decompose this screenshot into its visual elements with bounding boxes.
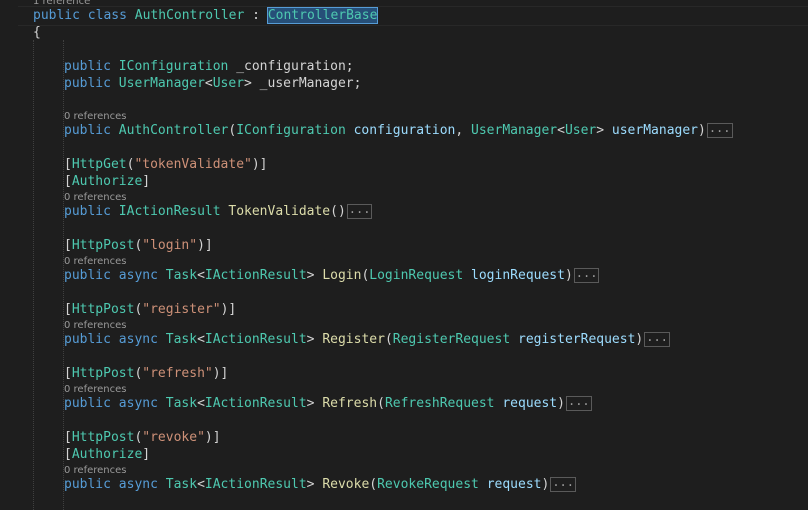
type-name[interactable]: Task bbox=[166, 332, 197, 347]
type-name[interactable]: Task bbox=[166, 268, 197, 283]
type-name[interactable]: User bbox=[213, 76, 244, 91]
type-name[interactable]: IActionResult bbox=[205, 268, 307, 283]
type-name[interactable]: IActionResult bbox=[205, 332, 307, 347]
attribute-name[interactable]: HttpPost bbox=[72, 302, 135, 317]
parameter-name: configuration bbox=[353, 123, 456, 138]
class-name[interactable]: AuthController bbox=[135, 8, 245, 23]
method-name[interactable]: Revoke bbox=[322, 477, 369, 492]
code-line-method: public async Task<IActionResult> Revoke(… bbox=[64, 475, 576, 492]
punctuation: { bbox=[33, 25, 41, 40]
code-line-method: public async Task<IActionResult> Refresh… bbox=[64, 394, 592, 411]
parameter-name: loginRequest bbox=[471, 268, 565, 283]
keyword: public bbox=[64, 123, 111, 138]
collapsed-region-button[interactable]: ... bbox=[346, 203, 373, 219]
attribute-name[interactable]: Authorize bbox=[72, 447, 142, 462]
string-literal: "login" bbox=[142, 238, 198, 253]
field-name: _configuration; bbox=[228, 59, 354, 74]
keyword: public bbox=[64, 477, 111, 492]
keyword: async bbox=[118, 477, 158, 492]
code-line-method: public async Task<IActionResult> Login(L… bbox=[64, 266, 600, 283]
code-line-attribute: [Authorize] bbox=[64, 174, 151, 189]
type-name[interactable]: RefreshRequest bbox=[385, 396, 495, 411]
type-name[interactable]: IActionResult bbox=[205, 477, 307, 492]
attribute-name[interactable]: HttpPost bbox=[72, 430, 135, 445]
attribute-name[interactable]: HttpGet bbox=[72, 157, 127, 172]
collapsed-region-button[interactable]: ... bbox=[550, 476, 576, 492]
method-name[interactable]: Refresh bbox=[322, 396, 377, 411]
keyword: public bbox=[64, 332, 111, 347]
string-literal: "register" bbox=[142, 302, 221, 317]
keyword: public bbox=[64, 396, 111, 411]
base-class-name[interactable]: ControllerBase bbox=[266, 7, 379, 24]
attribute-name[interactable]: Authorize bbox=[72, 174, 142, 189]
code-line-attribute: [Authorize] bbox=[64, 447, 151, 462]
collapsed-region-button[interactable]: ... bbox=[573, 267, 600, 283]
keyword: public bbox=[64, 204, 111, 219]
code-line-field: public UserManager<User> _userManager; bbox=[64, 75, 361, 92]
type-name[interactable]: Task bbox=[166, 477, 197, 492]
type-name[interactable]: IActionResult bbox=[205, 396, 307, 411]
type-name[interactable]: IActionResult bbox=[119, 204, 221, 219]
collapsed-region-button[interactable]: ... bbox=[565, 395, 592, 411]
method-name[interactable]: TokenValidate bbox=[228, 204, 330, 219]
keyword: public bbox=[64, 268, 111, 283]
type-name[interactable]: RevokeRequest bbox=[377, 477, 479, 492]
code-line-method: public IActionResult TokenValidate()... bbox=[64, 202, 373, 219]
type-name[interactable]: IConfiguration bbox=[236, 123, 346, 138]
type-name[interactable]: LoginRequest bbox=[369, 268, 463, 283]
method-name[interactable]: Login bbox=[322, 268, 361, 283]
code-line-class-declaration: public class AuthController : Controller… bbox=[33, 7, 379, 24]
code-line-attribute: [HttpPost("login")] bbox=[64, 238, 213, 253]
code-line-method: public async Task<IActionResult> Registe… bbox=[64, 330, 670, 347]
keyword: public bbox=[64, 76, 111, 91]
code-line-attribute: [HttpPost("register")] bbox=[64, 302, 237, 317]
parameter-name: userManager bbox=[611, 123, 698, 138]
type-name[interactable]: Task bbox=[166, 396, 197, 411]
type-name[interactable]: UserManager bbox=[471, 123, 557, 138]
string-literal: "tokenValidate" bbox=[134, 157, 252, 172]
type-name[interactable]: RegisterRequest bbox=[393, 332, 510, 347]
type-name[interactable]: User bbox=[565, 123, 596, 138]
parameter-name: request bbox=[486, 477, 542, 492]
code-editor[interactable]: 1 reference public class AuthController … bbox=[0, 0, 808, 510]
keyword: async bbox=[118, 396, 158, 411]
type-name[interactable]: UserManager bbox=[119, 76, 205, 91]
keyword: async bbox=[118, 332, 158, 347]
code-line-constructor: public AuthController(IConfiguration con… bbox=[64, 121, 733, 138]
string-literal: "refresh" bbox=[142, 366, 213, 381]
keyword: class bbox=[87, 8, 127, 23]
collapsed-region-button[interactable]: ... bbox=[644, 331, 670, 347]
punctuation: < bbox=[204, 76, 213, 91]
keyword: public bbox=[64, 59, 111, 74]
parameter-name: registerRequest bbox=[518, 332, 636, 347]
attribute-name[interactable]: HttpPost bbox=[72, 238, 135, 253]
attribute-name[interactable]: HttpPost bbox=[72, 366, 135, 381]
code-line-attribute: [HttpPost("revoke")] bbox=[64, 430, 221, 445]
constructor-name[interactable]: AuthController bbox=[119, 123, 229, 138]
code-line-field: public IConfiguration _configuration; bbox=[64, 58, 354, 75]
string-literal: "revoke" bbox=[142, 430, 205, 445]
field-name: > _userManager; bbox=[244, 76, 362, 91]
type-name[interactable]: IConfiguration bbox=[119, 59, 229, 74]
code-line-attribute: [HttpPost("refresh")] bbox=[64, 366, 229, 381]
collapsed-region-button[interactable]: ... bbox=[706, 122, 733, 138]
keyword: public bbox=[33, 8, 80, 23]
keyword: async bbox=[118, 268, 158, 283]
method-name[interactable]: Register bbox=[322, 332, 385, 347]
indent-guide bbox=[33, 40, 34, 510]
code-line-brace: { bbox=[33, 24, 41, 41]
code-line-attribute: [HttpGet("tokenValidate")] bbox=[64, 157, 268, 172]
parameter-name: request bbox=[502, 396, 558, 411]
punctuation: : bbox=[244, 8, 268, 23]
